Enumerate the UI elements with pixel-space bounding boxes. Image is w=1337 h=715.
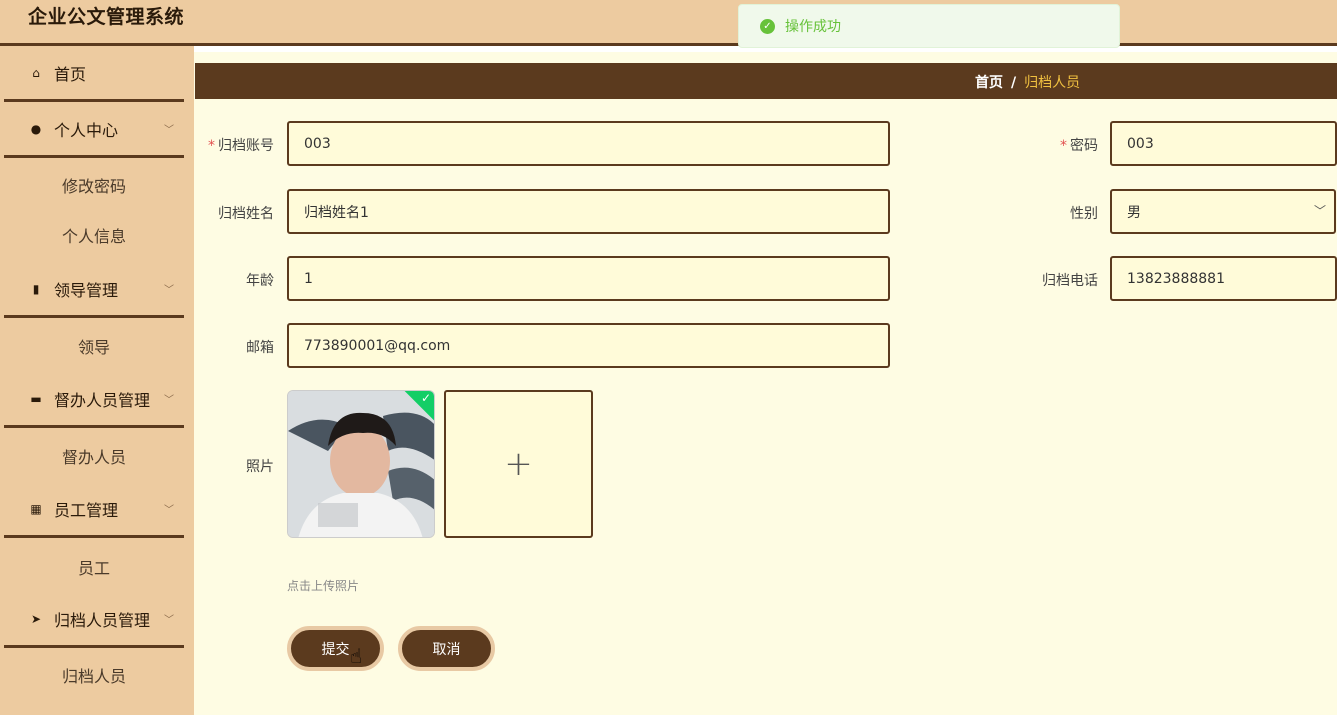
breadcrumb-separator: /	[1011, 75, 1017, 91]
name-label: 归档姓名	[218, 206, 274, 222]
sidebar-item-label: 归档人员管理	[54, 610, 151, 630]
name-input[interactable]	[287, 189, 890, 234]
sidebar-item-label: 督办人员管理	[54, 390, 151, 410]
sidebar: ⌂ 首页 ● 个人中心 ﹀ 修改密码 个人信息 ▮ 领导管理 ﹀ 领导 ▬ 督办…	[0, 46, 194, 715]
sidebar-item-leader-management[interactable]: ▮ 领导管理 ﹀	[4, 262, 184, 318]
account-input[interactable]	[287, 121, 890, 166]
breadcrumb-current: 归档人员	[1024, 75, 1081, 91]
sidebar-subitem-change-password[interactable]: 修改密码	[4, 160, 184, 210]
portrait-image	[288, 391, 434, 537]
email-label: 邮箱	[246, 340, 274, 356]
sidebar-subitem-supervisor[interactable]: 督办人员	[4, 431, 184, 481]
account-label: * 归档账号	[208, 138, 274, 154]
breadcrumb: 首页 / 归档人员	[195, 63, 1337, 99]
main-content: 首页 / 归档人员 *归档账号 *密码 归档姓名 性别 男 ﹀ 年龄 归档电话 邮箱…	[194, 46, 1337, 715]
sidebar-item-employee-management[interactable]: ▦ 员工管理 ﹀	[4, 482, 184, 538]
photo-label: 照片	[246, 459, 274, 475]
chevron-down-icon: ﹀	[1313, 204, 1326, 218]
password-input[interactable]	[1110, 121, 1337, 166]
sidebar-item-personal-center[interactable]: ● 个人中心 ﹀	[4, 102, 184, 158]
home-icon: ⌂	[32, 65, 40, 80]
age-input[interactable]	[287, 256, 890, 301]
breadcrumb-home[interactable]: 首页	[975, 75, 1003, 91]
chevron-down-icon: ﹀	[164, 615, 174, 626]
phone-input[interactable]	[1110, 256, 1337, 301]
gender-select[interactable]: 男 ﹀	[1110, 189, 1336, 234]
send-icon: ➤	[30, 611, 42, 626]
top-header: 企业公文管理系统	[0, 0, 1337, 46]
cancel-button[interactable]: 取消	[398, 626, 495, 671]
sidebar-item-supervisor-management[interactable]: ▬ 督办人员管理 ﹀	[4, 372, 184, 428]
sidebar-subitem-archivist[interactable]: 归档人员	[4, 650, 184, 700]
chevron-down-icon: ﹀	[164, 395, 174, 406]
required-mark: *	[208, 138, 215, 154]
password-label: * 密码	[1060, 138, 1098, 154]
upload-tip: 点击上传照片	[287, 579, 360, 593]
chevron-down-icon: ﹀	[164, 285, 174, 296]
success-toast: ✓ 操作成功	[738, 4, 1120, 48]
chevron-down-icon: ﹀	[164, 505, 174, 516]
sidebar-subitem-leader[interactable]: 领导	[4, 321, 184, 371]
sidebar-item-label: 领导管理	[54, 280, 119, 300]
plus-icon: +	[504, 444, 533, 484]
photo-upload-button[interactable]: +	[444, 390, 593, 538]
toast-message: 操作成功	[785, 19, 841, 35]
chevron-down-icon: ﹀	[164, 125, 174, 136]
success-check-icon: ✓	[760, 18, 775, 34]
sidebar-item-label: 个人中心	[54, 120, 119, 140]
phone-label: 归档电话	[1042, 273, 1098, 289]
check-icon: ✓	[420, 391, 431, 405]
hand-cursor-icon: ☝	[350, 644, 363, 668]
submit-button[interactable]: 提交	[287, 626, 384, 671]
briefcase-icon: ▬	[30, 391, 42, 406]
user-icon: ●	[30, 121, 42, 136]
sidebar-subitem-personal-info[interactable]: 个人信息	[4, 210, 184, 260]
sidebar-item-label: 首页	[54, 64, 87, 84]
age-label: 年龄	[246, 273, 274, 289]
books-icon: ▮	[32, 281, 40, 296]
email-input[interactable]	[287, 323, 890, 368]
sidebar-item-home[interactable]: ⌂ 首页	[4, 46, 184, 102]
sidebar-subitem-employee[interactable]: 员工	[4, 542, 184, 592]
sidebar-item-label: 员工管理	[54, 500, 119, 520]
sidebar-item-archivist-management[interactable]: ➤ 归档人员管理 ﹀	[4, 592, 184, 648]
required-mark: *	[1060, 138, 1067, 154]
app-title: 企业公文管理系统	[28, 6, 185, 28]
gender-selected-value: 男	[1127, 204, 1141, 221]
grid-icon: ▦	[30, 501, 42, 516]
uploaded-photo-thumbnail[interactable]: ✓	[287, 390, 435, 538]
gender-label: 性别	[1070, 206, 1098, 222]
